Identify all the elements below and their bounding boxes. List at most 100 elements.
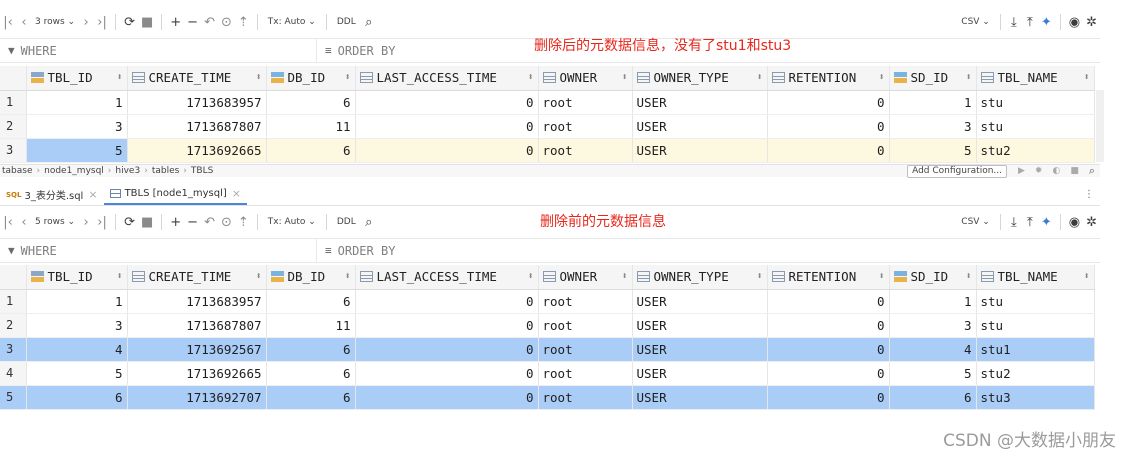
table-cell[interactable]: 1713692707	[127, 385, 267, 410]
last-page-icon[interactable]: ›|	[94, 212, 110, 232]
sort-toggle-icon[interactable]: ⬍	[621, 72, 627, 83]
table-row[interactable]: 2 3 1713687807 11 0 root USER 0 3 stu	[0, 313, 1095, 338]
rows-count-dropdown[interactable]: 3 rows ⌄	[32, 12, 78, 32]
column-header-retention[interactable]: RETENTION ⬍	[767, 265, 890, 290]
breadcrumb-item[interactable]: tables	[152, 166, 179, 176]
prev-page-icon[interactable]: ‹	[16, 12, 32, 32]
table-cell[interactable]: stu	[976, 90, 1095, 115]
table-cell[interactable]: 6	[266, 289, 356, 314]
sort-toggle-icon[interactable]: ⬍	[116, 271, 122, 282]
column-header-tbl-name[interactable]: TBL_NAME ⬍	[976, 66, 1095, 91]
sort-toggle-icon[interactable]: ⬍	[756, 271, 762, 282]
close-icon[interactable]: ×	[232, 187, 241, 200]
table-cell[interactable]: 3	[889, 114, 977, 139]
sort-toggle-icon[interactable]: ⬍	[527, 72, 533, 83]
more-options-icon[interactable]: ⋮	[1078, 184, 1100, 205]
sort-toggle-icon[interactable]: ⬍	[344, 271, 350, 282]
tab-tbls[interactable]: TBLS [node1_mysql] ×	[103, 184, 247, 205]
add-row-icon[interactable]: +	[167, 12, 184, 32]
table-row[interactable]: 1 1 1713683957 6 0 root USER 0 1 stu	[0, 289, 1095, 314]
table-cell[interactable]: stu	[976, 114, 1095, 139]
row-number[interactable]: 2	[0, 313, 27, 338]
table-cell[interactable]: 5	[26, 361, 128, 386]
delete-row-icon[interactable]: −	[184, 12, 201, 32]
stop-icon[interactable]: ■	[138, 12, 156, 32]
sort-toggle-icon[interactable]: ⬍	[116, 72, 122, 83]
table-cell[interactable]: 0	[355, 114, 539, 139]
table-cell[interactable]: 6	[266, 90, 356, 115]
table-cell[interactable]: USER	[632, 90, 768, 115]
breadcrumb-item[interactable]: node1_mysql	[44, 166, 104, 176]
ddl-button[interactable]: DDL	[332, 212, 361, 232]
table-cell[interactable]: 1713692665	[127, 361, 267, 386]
next-page-icon[interactable]: ›	[78, 12, 94, 32]
table-cell[interactable]: root	[538, 289, 633, 314]
table-cell[interactable]: USER	[632, 337, 768, 362]
table-cell[interactable]: USER	[632, 313, 768, 338]
breadcrumb-item[interactable]: tabase	[2, 166, 33, 176]
sort-toggle-icon[interactable]: ⬍	[527, 271, 533, 282]
row-number[interactable]: 2	[0, 114, 27, 139]
order-by-input[interactable]: ≡ ORDER BY	[317, 239, 1100, 262]
where-filter-input[interactable]: ▼ WHERE	[0, 39, 317, 62]
settings-pin-icon[interactable]: ✦	[1038, 12, 1055, 32]
sort-toggle-icon[interactable]: ⬍	[878, 72, 884, 83]
table-cell[interactable]: 6	[266, 337, 356, 362]
column-header-owner-type[interactable]: OWNER_TYPE ⬍	[632, 66, 768, 91]
table-cell[interactable]: 0	[767, 90, 890, 115]
sort-toggle-icon[interactable]: ⬍	[621, 271, 627, 282]
table-cell[interactable]: 11	[266, 114, 356, 139]
sort-toggle-icon[interactable]: ⬍	[756, 72, 762, 83]
column-header-sd-id[interactable]: SD_ID ⬍	[889, 265, 977, 290]
table-cell[interactable]: 1713683957	[127, 90, 267, 115]
table-cell[interactable]: 0	[767, 114, 890, 139]
export-icon[interactable]: ⤓	[1006, 12, 1022, 32]
table-cell[interactable]: USER	[632, 114, 768, 139]
row-number[interactable]: 1	[0, 289, 27, 314]
column-header-last-access-time[interactable]: LAST_ACCESS_TIME ⬍	[355, 66, 539, 91]
row-number[interactable]: 3	[0, 138, 27, 163]
run-icon[interactable]: ▶	[1018, 166, 1025, 176]
vertical-scrollbar-top[interactable]	[1096, 90, 1104, 162]
column-header-owner[interactable]: OWNER ⬍	[538, 265, 633, 290]
table-cell[interactable]: 3	[889, 313, 977, 338]
column-header-tbl-name[interactable]: TBL_NAME ⬍	[976, 265, 1095, 290]
table-cell[interactable]: 3	[26, 114, 128, 139]
table-cell[interactable]: 0	[767, 313, 890, 338]
table-cell[interactable]: 5	[889, 361, 977, 386]
sort-toggle-icon[interactable]: ⬍	[255, 72, 261, 83]
preview-changes-icon[interactable]: ⊙	[218, 212, 235, 232]
table-cell[interactable]: root	[538, 361, 633, 386]
table-cell[interactable]: 0	[767, 337, 890, 362]
table-cell[interactable]: 1	[889, 90, 977, 115]
export-icon[interactable]: ⤓	[1006, 212, 1022, 232]
sort-toggle-icon[interactable]: ⬍	[878, 271, 884, 282]
table-cell[interactable]: 6	[266, 138, 356, 163]
close-icon[interactable]: ×	[88, 188, 97, 201]
search-icon[interactable]: ⌕	[361, 212, 377, 232]
column-header-owner-type[interactable]: OWNER_TYPE ⬍	[632, 265, 768, 290]
table-cell[interactable]: 1713683957	[127, 289, 267, 314]
table-cell[interactable]: 4	[889, 337, 977, 362]
breadcrumb-item[interactable]: hive3	[115, 166, 140, 176]
next-page-icon[interactable]: ›	[78, 212, 94, 232]
sort-toggle-icon[interactable]: ⬍	[255, 271, 261, 282]
gear-icon[interactable]: ✲	[1083, 12, 1100, 32]
table-cell[interactable]: stu2	[976, 361, 1095, 386]
column-header-retention[interactable]: RETENTION ⬍	[767, 66, 890, 91]
settings-pin-icon[interactable]: ✦	[1038, 212, 1055, 232]
table-cell[interactable]: 0	[355, 289, 539, 314]
refresh-icon[interactable]: ⟳	[121, 12, 138, 32]
table-row[interactable]: 4 5 1713692665 6 0 root USER 0 5 stu2	[0, 361, 1095, 386]
search-everywhere-icon[interactable]: ⌕	[1089, 164, 1095, 178]
sort-toggle-icon[interactable]: ⬍	[1083, 271, 1089, 282]
table-cell[interactable]: USER	[632, 385, 768, 410]
revert-icon[interactable]: ↶	[201, 212, 218, 232]
table-cell[interactable]: USER	[632, 289, 768, 314]
import-icon[interactable]: ⤒	[1022, 12, 1038, 32]
table-cell[interactable]: root	[538, 90, 633, 115]
column-header-db-id[interactable]: DB_ID ⬍	[266, 265, 356, 290]
column-header-create-time[interactable]: CREATE_TIME ⬍	[127, 265, 267, 290]
table-cell[interactable]: 1713687807	[127, 114, 267, 139]
table-cell[interactable]: 1	[26, 289, 128, 314]
